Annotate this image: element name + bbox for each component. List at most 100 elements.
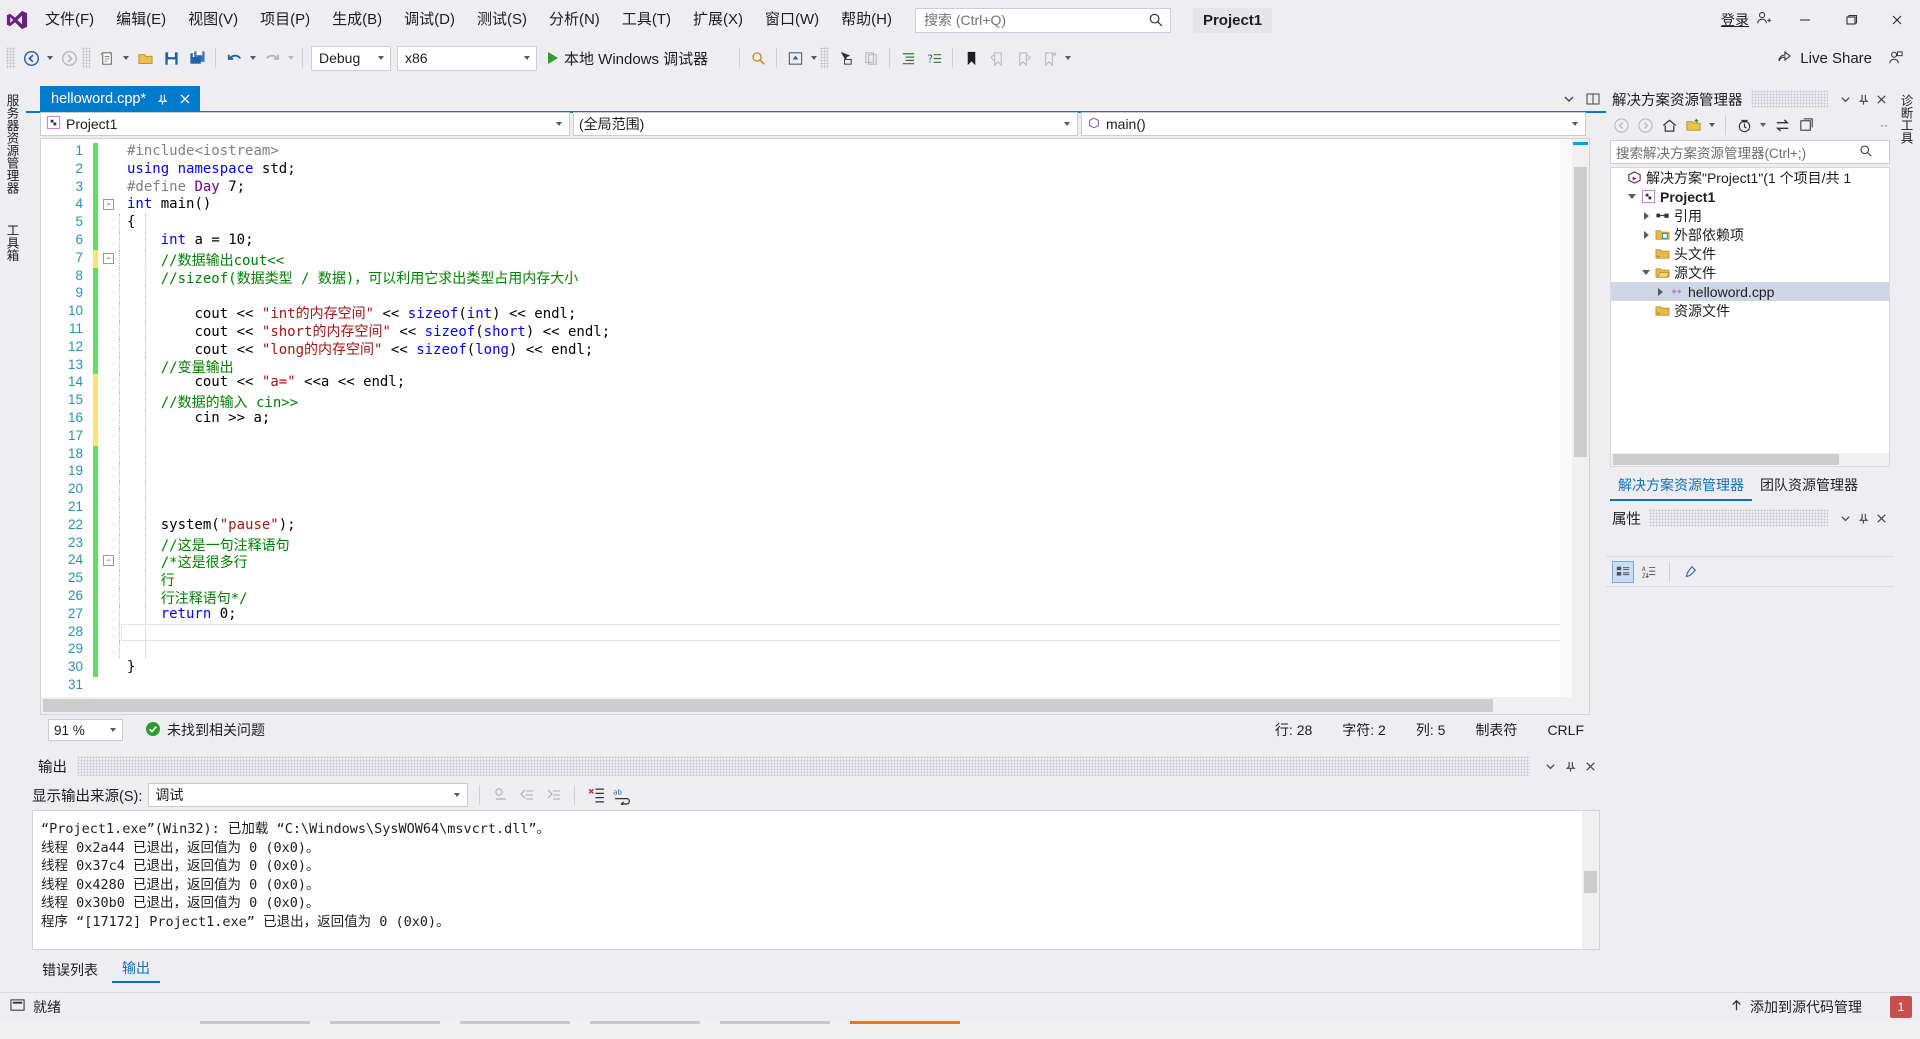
redo-dropdown-icon[interactable]: [285, 45, 297, 71]
menu-item-analyze[interactable]: 分析(N): [538, 0, 611, 40]
scroll-thumb-h[interactable]: [43, 699, 1493, 712]
search-icon[interactable]: [1859, 144, 1873, 161]
code-line[interactable]: 18: [41, 445, 1589, 464]
live-share-button[interactable]: Live Share: [1766, 47, 1882, 69]
tree-twisty[interactable]: [1639, 270, 1653, 275]
chevron-down-icon[interactable]: [447, 793, 467, 797]
code-text[interactable]: [127, 446, 135, 462]
home-icon[interactable]: [1658, 114, 1680, 136]
tab-output[interactable]: 输出: [112, 955, 160, 983]
new-project-dropdown-icon[interactable]: [120, 45, 132, 71]
pin-icon[interactable]: [1854, 89, 1872, 109]
menu-item-test[interactable]: 测试(S): [466, 0, 538, 40]
issue-status[interactable]: 未找到相关问题: [145, 720, 265, 740]
properties-window-icon[interactable]: [1795, 114, 1817, 136]
properties-object-combo[interactable]: [1606, 531, 1894, 557]
panel-chevron-down-icon[interactable]: [1836, 89, 1854, 109]
comment-icon[interactable]: ?: [921, 45, 947, 71]
undo-dropdown-icon[interactable]: [247, 45, 259, 71]
menu-item-project[interactable]: 项目(P): [249, 0, 321, 40]
chevron-down-icon[interactable]: [518, 56, 536, 60]
toolbar-grip[interactable]: [6, 47, 15, 69]
alphabetical-view-icon[interactable]: AZ: [1638, 561, 1660, 583]
code-line[interactable]: 2 using namespace std;: [41, 160, 1589, 179]
code-line[interactable]: 3 #define Day 7;: [41, 178, 1589, 197]
code-text[interactable]: [127, 641, 135, 657]
code-text[interactable]: }: [127, 659, 135, 675]
code-text[interactable]: system("pause");: [127, 517, 296, 533]
sidebar-item-server-explorer[interactable]: 服务器资源管理器: [0, 86, 23, 202]
code-text[interactable]: int a = 10;: [127, 232, 254, 248]
code-line[interactable]: 20: [41, 481, 1589, 499]
code-line[interactable]: 16 cin >> a;: [41, 409, 1589, 428]
clear-bookmarks-icon[interactable]: [1036, 45, 1062, 71]
toolbar-grip-3[interactable]: [820, 47, 830, 69]
pending-changes-filter-icon[interactable]: [1733, 114, 1755, 136]
chevron-down-icon[interactable]: [104, 728, 122, 732]
tree-twisty[interactable]: [1639, 230, 1653, 239]
code-line[interactable]: 22 system("pause");: [41, 516, 1589, 535]
solution-platform-combo[interactable]: x86: [397, 45, 537, 71]
menu-item-tools[interactable]: 工具(T): [611, 0, 682, 40]
tab-team-explorer[interactable]: 团队资源管理器: [1752, 471, 1866, 501]
code-text[interactable]: #define Day 7;: [127, 179, 245, 195]
code-lines[interactable]: 1 #include<iostream> 2 using namespace std;…: [41, 143, 1589, 695]
fold-toggle-icon[interactable]: -: [103, 252, 114, 264]
chevron-down-icon[interactable]: [1757, 112, 1769, 138]
select-element-icon[interactable]: [832, 45, 858, 71]
code-line[interactable]: 9: [41, 285, 1589, 304]
global-search-box[interactable]: [914, 7, 1171, 33]
taskbar-item-1[interactable]: [200, 1021, 310, 1024]
tree-item[interactable]: 资源文件: [1611, 301, 1889, 320]
start-debugging-button[interactable]: 本地 Windows 调试器: [540, 45, 734, 71]
panel-chevron-down-icon[interactable]: [1540, 756, 1560, 776]
pin-icon[interactable]: [1560, 756, 1580, 776]
sidebar-item-diagnostic-tools[interactable]: 诊断工具: [1894, 86, 1917, 152]
chevron-down-icon[interactable]: [549, 122, 569, 126]
sidebar-item-toolbox[interactable]: 工具箱: [0, 216, 23, 270]
solution-tree-hscrollbar[interactable]: [1611, 453, 1889, 466]
code-text[interactable]: [127, 481, 135, 497]
chevron-down-icon[interactable]: [1628, 194, 1636, 199]
code-text[interactable]: [127, 463, 135, 479]
toolbar-overflow-icon[interactable]: ··: [1880, 118, 1894, 132]
zoom-level-combo[interactable]: 91 %: [48, 719, 123, 741]
code-text[interactable]: int main(): [127, 196, 211, 212]
close-icon[interactable]: [1872, 89, 1890, 109]
code-text[interactable]: return 0;: [127, 606, 237, 622]
tree-item[interactable]: 源文件: [1611, 263, 1889, 282]
property-pages-icon[interactable]: [1679, 561, 1701, 583]
clear-all-icon[interactable]: [586, 785, 606, 805]
panel-chevron-down-icon[interactable]: [1836, 508, 1854, 528]
fold-toggle-icon[interactable]: -: [103, 199, 114, 211]
preview-icon[interactable]: [782, 45, 808, 71]
go-to-next-message-icon[interactable]: [543, 785, 563, 805]
chevron-down-icon[interactable]: [1706, 112, 1718, 138]
document-tab-helloword-cpp[interactable]: helloword.cpp*: [40, 86, 201, 112]
editor-horizontal-scrollbar[interactable]: [41, 697, 1572, 714]
redo-icon[interactable]: [259, 45, 285, 71]
scroll-thumb[interactable]: [1584, 871, 1597, 893]
menu-item-extensions[interactable]: 扩展(X): [682, 0, 754, 40]
taskbar-item-active[interactable]: [850, 1021, 960, 1024]
taskbar-item-4[interactable]: [590, 1021, 700, 1024]
tree-item[interactable]: 解决方案"Project1"(1 个项目/共 1: [1611, 168, 1889, 187]
code-text[interactable]: [127, 285, 135, 301]
code-text[interactable]: {: [127, 214, 135, 230]
split-window-icon[interactable]: [1586, 92, 1600, 106]
code-text[interactable]: [127, 499, 135, 515]
tab-solution-explorer[interactable]: 解决方案资源管理器: [1610, 471, 1752, 501]
chevron-right-icon[interactable]: [1643, 230, 1649, 239]
code-line[interactable]: 25 行: [41, 570, 1589, 589]
code-line[interactable]: 17: [41, 427, 1589, 446]
project-scope-combo[interactable]: Project1: [40, 112, 570, 136]
member-combo[interactable]: main(): [1081, 112, 1586, 136]
save-all-icon[interactable]: [184, 45, 210, 71]
tab-list-chevron-icon[interactable]: [1562, 92, 1576, 106]
navigate-back-dropdown-icon[interactable]: [44, 45, 56, 71]
code-line[interactable]: 30}: [41, 659, 1589, 677]
code-line[interactable]: 23 //这是一句注释语句: [41, 534, 1589, 554]
solution-explorer-search[interactable]: 搜索解决方案资源管理器(Ctrl+;): [1610, 140, 1890, 164]
code-line[interactable]: 31: [41, 677, 1589, 695]
chevron-down-icon[interactable]: [1057, 122, 1077, 126]
